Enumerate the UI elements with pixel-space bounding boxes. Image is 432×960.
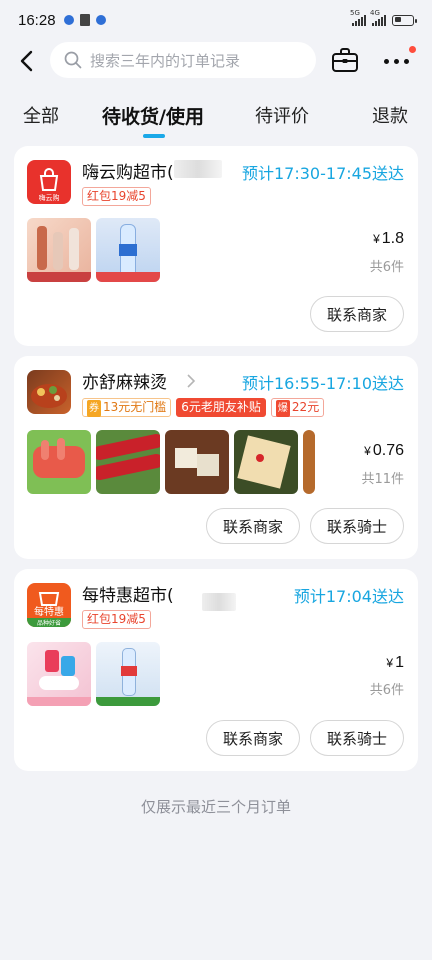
- notification-badge: [409, 46, 416, 53]
- order-tabs: 全部 待收货/使用 待评价 退款: [0, 96, 432, 144]
- tab-refund[interactable]: 退款: [372, 102, 408, 128]
- contact-rider-button[interactable]: 联系骑士: [310, 508, 404, 544]
- order-price: ¥0.76: [364, 442, 404, 459]
- hot-badge: 爆: [275, 400, 290, 417]
- item-count: 共6件: [369, 683, 404, 698]
- more-dot: [384, 58, 389, 64]
- promo-tags: 红包19减5: [82, 187, 151, 206]
- back-arrow-icon[interactable]: [16, 48, 38, 74]
- delivery-eta: 预计17:04送达: [293, 587, 404, 606]
- footer-note: 仅展示最近三个月订单: [140, 798, 291, 816]
- promo-tags: 红包19减5: [82, 610, 151, 629]
- contact-rider-button[interactable]: 联系骑士: [310, 720, 404, 756]
- store-logo: [27, 370, 71, 414]
- search-input[interactable]: 搜索三年内的订单记录: [50, 42, 316, 78]
- coupon-tag: 红包19减5: [82, 187, 151, 206]
- order-price: ¥1: [386, 654, 404, 671]
- battery-icon: [392, 14, 417, 26]
- goods-list[interactable]: [27, 430, 315, 494]
- item-count: 共6件: [369, 260, 404, 275]
- tab-all[interactable]: 全部: [23, 102, 59, 128]
- item-count: 共11件: [361, 472, 404, 487]
- search-icon: [64, 51, 82, 69]
- app-notification-icon: [63, 15, 74, 25]
- promo-tags: 券 13元无门槛 6元老朋友补贴 爆 22元: [82, 398, 325, 417]
- tab-pending-review[interactable]: 待评价: [255, 102, 309, 128]
- product-thumbnail[interactable]: [234, 430, 298, 494]
- order-price: ¥1.8: [373, 230, 404, 247]
- redacted-text: [202, 593, 236, 611]
- contact-merchant-button[interactable]: 联系商家: [206, 720, 300, 756]
- goods-list[interactable]: [27, 218, 160, 282]
- store-name[interactable]: 亦舒麻辣烫: [82, 368, 167, 393]
- contact-merchant-button[interactable]: 联系商家: [206, 508, 300, 544]
- order-card[interactable]: 嗨云购 嗨云购超市( 预计17:30-17:45送达 红包19减5 ¥1.8 共…: [14, 146, 418, 346]
- coupon-tag: 红包19减5: [82, 610, 151, 629]
- store-name[interactable]: 每特惠超市(: [82, 581, 174, 606]
- status-time: 16:28: [18, 11, 56, 29]
- product-thumbnail[interactable]: [27, 642, 91, 706]
- header: 搜索三年内的订单记录: [0, 40, 432, 82]
- hot-tag: 爆 22元: [270, 398, 325, 417]
- chevron-right-icon[interactable]: [186, 374, 196, 388]
- more-button[interactable]: [384, 46, 418, 74]
- store-logo: 嗨云购: [27, 160, 71, 204]
- more-dot: [404, 58, 409, 64]
- store-logo-text: 每特惠: [34, 605, 64, 618]
- product-thumbnail[interactable]: [165, 430, 229, 494]
- app-notification-icon-2: [95, 15, 106, 25]
- subsidy-tag: 6元老朋友补贴: [176, 398, 266, 417]
- product-thumbnail[interactable]: [96, 430, 160, 494]
- store-logo-subtext: 品种好省: [37, 619, 61, 627]
- store-logo: 每特惠 品种好省: [27, 583, 71, 627]
- product-thumbnail[interactable]: [27, 218, 91, 282]
- signal-5g-icon: 5G: [350, 9, 366, 26]
- more-dot: [394, 58, 399, 64]
- product-thumbnail[interactable]: [96, 218, 160, 282]
- goods-list[interactable]: [27, 642, 160, 706]
- store-logo-text: 嗨云购: [39, 193, 60, 202]
- search-placeholder: 搜索三年内的订单记录: [90, 51, 241, 70]
- signal-4g-icon: 4G: [370, 9, 386, 26]
- redacted-text: [174, 160, 222, 178]
- product-thumbnail[interactable]: [27, 430, 91, 494]
- coupon-tag: 券 13元无门槛: [82, 398, 172, 417]
- product-thumbnail[interactable]: [96, 642, 160, 706]
- delivery-eta: 预计17:30-17:45送达: [242, 164, 404, 183]
- contact-merchant-button[interactable]: 联系商家: [310, 296, 404, 332]
- delivery-eta: 预计16:55-17:10送达: [242, 374, 404, 393]
- upload-notification-icon: [79, 14, 90, 26]
- active-tab-indicator: [143, 134, 165, 138]
- suitcase-icon[interactable]: [330, 46, 360, 74]
- coupon-badge: 券: [87, 400, 101, 417]
- order-card[interactable]: 每特惠 品种好省 每特惠超市( 预计17:04送达 红包19减5 ¥1 共6件 …: [14, 569, 418, 771]
- status-bar: 16:28 5G 4G: [0, 0, 432, 40]
- tab-pending-receipt[interactable]: 待收货/使用: [102, 102, 204, 129]
- product-thumbnail[interactable]: [303, 430, 315, 494]
- order-card[interactable]: 亦舒麻辣烫 预计16:55-17:10送达 券 13元无门槛 6元老朋友补贴 爆2…: [14, 356, 418, 559]
- store-name[interactable]: 嗨云购超市(: [82, 158, 174, 183]
